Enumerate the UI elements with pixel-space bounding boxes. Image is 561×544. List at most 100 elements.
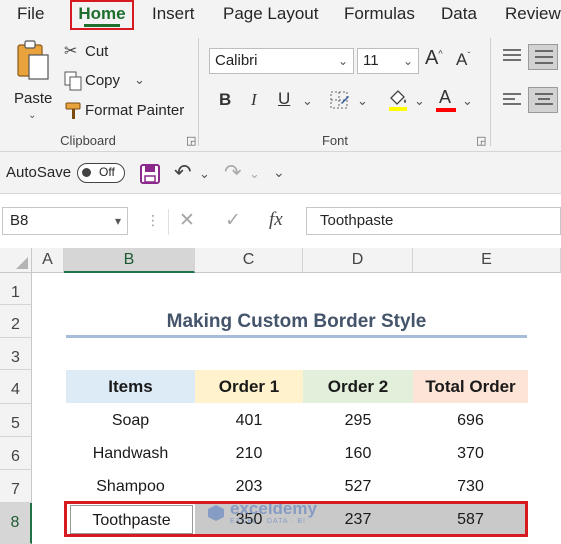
active-tab-indicator: [84, 24, 120, 27]
clipboard-launcher-icon[interactable]: ◲: [186, 134, 196, 147]
insert-function-icon[interactable]: fx: [269, 209, 283, 231]
ribbon: Paste ⌄ ✂ Cut Copy ⌄ Format Painter Clip…: [0, 30, 561, 152]
tab-home-label: Home: [78, 4, 126, 23]
fill-color-dropdown-icon[interactable]: ⌄: [414, 93, 425, 109]
chevron-down-icon: ⌄: [337, 54, 348, 68]
cell-order-1[interactable]: 401: [195, 404, 303, 437]
sheet-title[interactable]: Making Custom Border Style: [66, 305, 527, 338]
row-header-1[interactable]: 1: [0, 273, 32, 305]
tab-insert[interactable]: Insert: [152, 0, 195, 30]
undo-dropdown-icon[interactable]: ⌄: [199, 166, 210, 182]
header-order-1[interactable]: Order 1: [195, 370, 303, 403]
copy-icon: [64, 71, 82, 91]
fill-color-icon[interactable]: [387, 88, 409, 112]
group-divider: [490, 38, 491, 146]
tab-page-layout[interactable]: Page Layout: [223, 0, 318, 30]
cell-total-order[interactable]: 696: [413, 404, 528, 437]
font-color-button[interactable]: A: [436, 87, 456, 113]
copy-button[interactable]: Copy ⌄: [64, 70, 164, 92]
formula-bar-actions: ✕ ✓ fx: [168, 209, 304, 235]
decrease-font-size-icon[interactable]: Aˇ: [456, 50, 470, 70]
undo-icon[interactable]: ↶: [174, 160, 192, 185]
bold-icon[interactable]: B: [219, 90, 231, 110]
cell-order-1[interactable]: 210: [195, 437, 303, 470]
row-header-5[interactable]: 5: [0, 404, 32, 437]
paste-label: Paste: [14, 90, 53, 107]
ribbon-tab-bar: File Home Insert Page Layout Formulas Da…: [0, 0, 561, 30]
formula-bar-splitter[interactable]: ⋮: [146, 212, 160, 229]
font-group-label: Font: [321, 133, 348, 148]
cell-item[interactable]: Soap: [66, 404, 195, 437]
cell-order-2[interactable]: 295: [303, 404, 413, 437]
top-align-icon[interactable]: [502, 48, 522, 64]
cut-button[interactable]: ✂ Cut: [64, 41, 154, 63]
header-total-order[interactable]: Total Order: [413, 370, 528, 403]
font-color-icon: A: [439, 87, 452, 107]
tab-data[interactable]: Data: [441, 0, 477, 30]
format-painter-icon: [65, 102, 81, 119]
redo-icon[interactable]: ↷: [224, 160, 242, 185]
select-all-button[interactable]: [0, 248, 32, 273]
cell-total-order[interactable]: 730: [413, 470, 528, 503]
autosave-state: Off: [99, 165, 115, 179]
row-header-7[interactable]: 7: [0, 470, 32, 503]
font-color-dropdown-icon[interactable]: ⌄: [462, 93, 473, 109]
autosave-toggle[interactable]: Off: [77, 163, 125, 183]
copy-label: Copy: [85, 72, 121, 89]
row-header-8[interactable]: 8: [0, 503, 32, 544]
formula-value: Toothpaste: [320, 212, 394, 229]
header-items[interactable]: Items: [66, 370, 195, 403]
font-launcher-icon[interactable]: ◲: [476, 134, 486, 147]
tab-review[interactable]: Review: [505, 0, 561, 30]
column-header-b[interactable]: B: [64, 248, 195, 273]
header-order-2[interactable]: Order 2: [303, 370, 413, 403]
row-header-3[interactable]: 3: [0, 338, 32, 370]
font-size-combo[interactable]: 11 ⌄: [357, 48, 419, 74]
borders-dropdown-icon[interactable]: ⌄: [357, 93, 368, 109]
column-header-e[interactable]: E: [413, 248, 561, 273]
copy-dropdown-icon[interactable]: ⌄: [134, 72, 145, 88]
tab-file[interactable]: File: [17, 0, 44, 30]
column-header-c[interactable]: C: [195, 248, 303, 273]
row-header-4[interactable]: 4: [0, 370, 32, 404]
row-header-2[interactable]: 2: [0, 305, 32, 338]
paste-icon: [17, 40, 49, 80]
paste-button[interactable]: Paste ⌄: [8, 38, 56, 121]
paste-dropdown-icon: ⌄: [28, 110, 37, 121]
formula-input[interactable]: Toothpaste: [306, 207, 561, 235]
save-icon[interactable]: [140, 164, 160, 184]
format-painter-label: Format Painter: [85, 102, 185, 119]
underline-icon[interactable]: U: [278, 89, 290, 109]
redo-dropdown-icon[interactable]: ⌄: [249, 166, 260, 182]
row-header-6[interactable]: 6: [0, 437, 32, 470]
toggle-knob: [82, 168, 91, 177]
borders-icon[interactable]: [330, 91, 350, 109]
enter-icon[interactable]: ✓: [225, 209, 241, 232]
middle-align-icon: [535, 50, 553, 64]
chevron-down-icon: ⌄: [402, 54, 413, 68]
center-align-icon: [535, 93, 553, 105]
select-all-triangle-icon: [16, 257, 28, 269]
increase-font-size-icon[interactable]: A^: [425, 47, 443, 70]
scissors-icon: ✂: [64, 43, 78, 60]
chevron-down-icon: ▾: [114, 214, 121, 228]
font-name-combo[interactable]: Calibri ⌄: [209, 48, 354, 74]
column-header-d[interactable]: D: [303, 248, 413, 273]
cell-order-2[interactable]: 160: [303, 437, 413, 470]
name-box[interactable]: B8 ▾: [2, 207, 128, 235]
column-header-a[interactable]: A: [32, 248, 64, 273]
italic-icon[interactable]: I: [251, 90, 257, 110]
cancel-icon[interactable]: ✕: [179, 209, 195, 232]
cell-item[interactable]: Handwash: [66, 437, 195, 470]
middle-align-button[interactable]: [528, 44, 558, 70]
cell-total-order[interactable]: 370: [413, 437, 528, 470]
underline-dropdown-icon[interactable]: ⌄: [302, 93, 313, 109]
tab-formulas[interactable]: Formulas: [344, 0, 415, 30]
format-painter-button[interactable]: Format Painter: [64, 100, 189, 122]
cell-item[interactable]: Shampoo: [66, 470, 195, 503]
autosave-label: AutoSave: [6, 164, 72, 181]
center-align-button[interactable]: [528, 87, 558, 113]
align-left-icon[interactable]: [502, 92, 522, 108]
tab-home[interactable]: Home: [70, 0, 134, 30]
customize-qat-icon[interactable]: ⌄: [273, 164, 285, 181]
